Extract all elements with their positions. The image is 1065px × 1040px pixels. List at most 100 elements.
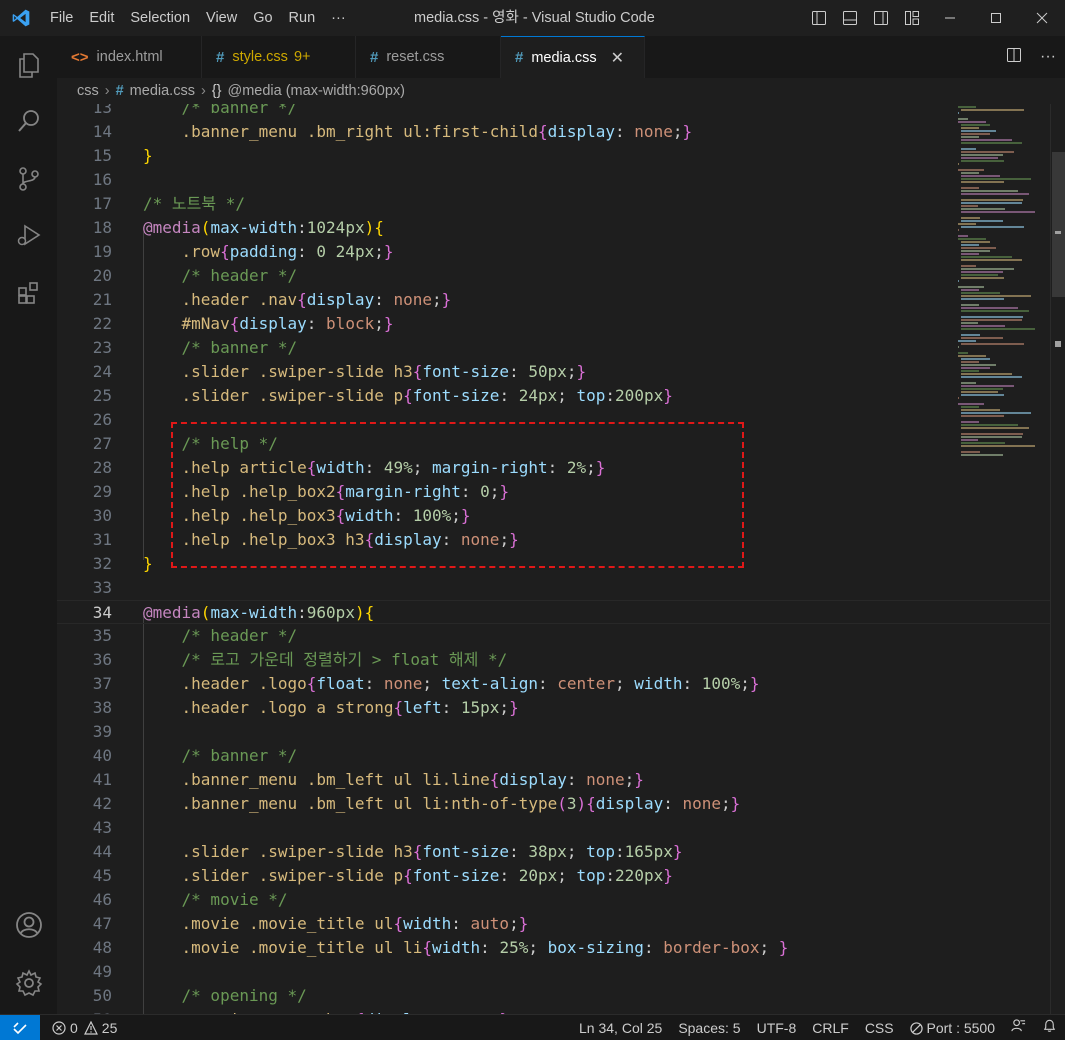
- end-of-line[interactable]: CRLF: [804, 1015, 857, 1040]
- menu-view[interactable]: View: [198, 0, 245, 36]
- code-line[interactable]: 20 /* header */: [57, 264, 1065, 288]
- menu-selection[interactable]: Selection: [122, 0, 198, 36]
- menu-file[interactable]: File: [42, 0, 81, 36]
- remote-indicator-icon[interactable]: [0, 1014, 40, 1040]
- code-line[interactable]: 47 .movie .movie_title ul{width: auto;}: [57, 912, 1065, 936]
- code-line[interactable]: 48 .movie .movie_title ul li{width: 25%;…: [57, 936, 1065, 960]
- toggle-secondary-sidebar-icon[interactable]: [865, 0, 896, 36]
- code-line[interactable]: 29 .help .help_box2{margin-right: 0;}: [57, 480, 1065, 504]
- live-server-port[interactable]: Port : 5500: [902, 1015, 1003, 1040]
- code-line[interactable]: 32}: [57, 552, 1065, 576]
- close-tab-icon[interactable]: ✕: [611, 48, 624, 68]
- breadcrumb-file[interactable]: media.css: [130, 83, 195, 99]
- tab-index-html[interactable]: <> index.html: [57, 36, 202, 78]
- code-line[interactable]: 13 /* banner */: [57, 104, 1065, 120]
- split-editor-icon[interactable]: [997, 47, 1031, 68]
- more-actions-icon[interactable]: ···: [1031, 48, 1065, 66]
- maximize-icon[interactable]: [973, 0, 1019, 36]
- tab-media-css[interactable]: # media.css ✕: [501, 36, 645, 78]
- menu-edit[interactable]: Edit: [81, 0, 122, 36]
- code-line[interactable]: 22 #mNav{display: block;}: [57, 312, 1065, 336]
- minimap-line: [958, 106, 976, 108]
- code-line[interactable]: 26: [57, 408, 1065, 432]
- code-line[interactable]: 38 .header .logo a strong{left: 15px;}: [57, 696, 1065, 720]
- code-line[interactable]: 34 @media(max-width:960px){: [57, 600, 1065, 624]
- code-line[interactable]: 44 .slider .swiper-slide h3{font-size: 3…: [57, 840, 1065, 864]
- code-line[interactable]: 14 .banner_menu .bm_right ul:first-child…: [57, 120, 1065, 144]
- minimap-line: [961, 244, 979, 246]
- code-line[interactable]: 25 .slider .swiper-slide p{font-size: 24…: [57, 384, 1065, 408]
- minimap-line: [961, 265, 977, 267]
- menu-run[interactable]: Run: [281, 0, 324, 36]
- code-line[interactable]: 18 @media(max-width:1024px){: [57, 216, 1065, 240]
- code-line[interactable]: 21 .header .nav{display: none;}: [57, 288, 1065, 312]
- tab-reset-css[interactable]: # reset.css: [356, 36, 501, 78]
- code-line[interactable]: 43: [57, 816, 1065, 840]
- code-line[interactable]: 41 .banner_menu .bm_left ul li.line{disp…: [57, 768, 1065, 792]
- vertical-scrollbar[interactable]: [1050, 104, 1065, 1014]
- tab-style-css[interactable]: # style.css 9+: [202, 36, 356, 78]
- code-line[interactable]: 16: [57, 168, 1065, 192]
- toggle-primary-sidebar-icon[interactable]: [803, 0, 834, 36]
- explorer-icon[interactable]: [0, 40, 57, 90]
- code-line[interactable]: 23 /* banner */: [57, 336, 1065, 360]
- code-line[interactable]: 35 /* header */: [57, 624, 1065, 648]
- notifications-bell-icon[interactable]: [1034, 1015, 1065, 1040]
- cursor-position[interactable]: Ln 34, Col 25: [571, 1015, 670, 1040]
- code-line[interactable]: 50 /* opening */: [57, 984, 1065, 1008]
- minimap-line: [961, 427, 1030, 429]
- problems-indicator[interactable]: 0 25: [52, 1020, 117, 1036]
- minimap-line: [961, 298, 1004, 300]
- minimap[interactable]: [948, 104, 1048, 1014]
- account-icon[interactable]: [0, 900, 57, 950]
- minimap-line: [958, 121, 986, 123]
- encoding[interactable]: UTF-8: [749, 1015, 805, 1040]
- minimap-line: [961, 334, 980, 336]
- code-line[interactable]: 39: [57, 720, 1065, 744]
- extensions-icon[interactable]: [0, 268, 57, 318]
- scrollbar-thumb[interactable]: [1052, 152, 1065, 297]
- code-line[interactable]: 42 .banner_menu .bm_left ul li:nth-of-ty…: [57, 792, 1065, 816]
- code-line[interactable]: 45 .slider .swiper-slide p{font-size: 20…: [57, 864, 1065, 888]
- line-number: 18: [92, 218, 112, 237]
- code-line[interactable]: 40 /* banner */: [57, 744, 1065, 768]
- minimap-line: [958, 229, 960, 231]
- indentation[interactable]: Spaces: 5: [670, 1015, 748, 1040]
- css-file-icon: #: [370, 48, 379, 66]
- feedback-icon[interactable]: [1003, 1015, 1034, 1040]
- run-debug-icon[interactable]: [0, 210, 57, 260]
- settings-gear-icon[interactable]: [0, 958, 57, 1008]
- code-line[interactable]: 33: [57, 576, 1065, 600]
- menu-go[interactable]: Go: [245, 0, 280, 36]
- breadcrumb-symbol[interactable]: @media (max-width:960px): [227, 83, 405, 99]
- code-line[interactable]: 15}: [57, 144, 1065, 168]
- toggle-panel-icon[interactable]: [834, 0, 865, 36]
- code-line[interactable]: 17 /* 노트북 */: [57, 192, 1065, 216]
- close-window-icon[interactable]: [1019, 0, 1065, 36]
- minimap-line: [961, 202, 1022, 204]
- source-control-icon[interactable]: [0, 154, 57, 204]
- customize-layout-icon[interactable]: [896, 0, 927, 36]
- code-text: .banner_menu .bm_left ul li.line{display…: [181, 770, 644, 789]
- code-text: .help .help_box3 h3{display: none;}: [181, 530, 519, 549]
- code-line[interactable]: 28 .help article{width: 49%; margin-righ…: [57, 456, 1065, 480]
- code-line[interactable]: 46 /* movie */: [57, 888, 1065, 912]
- code-line[interactable]: 30 .help .help_box3{width: 100%;}: [57, 504, 1065, 528]
- warning-icon: [83, 1020, 98, 1035]
- line-number: 36: [92, 650, 112, 669]
- code-line[interactable]: 31 .help .help_box3 h3{display: none;}: [57, 528, 1065, 552]
- search-icon[interactable]: [0, 96, 57, 146]
- minimap-line: [958, 397, 960, 399]
- code-line[interactable]: 27 /* help */: [57, 432, 1065, 456]
- minimize-icon[interactable]: [927, 0, 973, 36]
- code-line[interactable]: 37 .header .logo{float: none; text-align…: [57, 672, 1065, 696]
- code-editor[interactable]: 13 /* banner */14 .banner_menu .bm_right…: [57, 104, 1065, 1014]
- breadcrumb-folder[interactable]: css: [77, 83, 99, 99]
- minimap-line: [961, 361, 979, 363]
- code-line[interactable]: 19 .row{padding: 0 24px;}: [57, 240, 1065, 264]
- code-line[interactable]: 24 .slider .swiper-slide h3{font-size: 5…: [57, 360, 1065, 384]
- code-line[interactable]: 49: [57, 960, 1065, 984]
- code-line[interactable]: 36 /* 로고 가운데 정렬하기 > float 해제 */: [57, 648, 1065, 672]
- menu-more[interactable]: ···: [323, 0, 354, 36]
- language-mode[interactable]: CSS: [857, 1015, 902, 1040]
